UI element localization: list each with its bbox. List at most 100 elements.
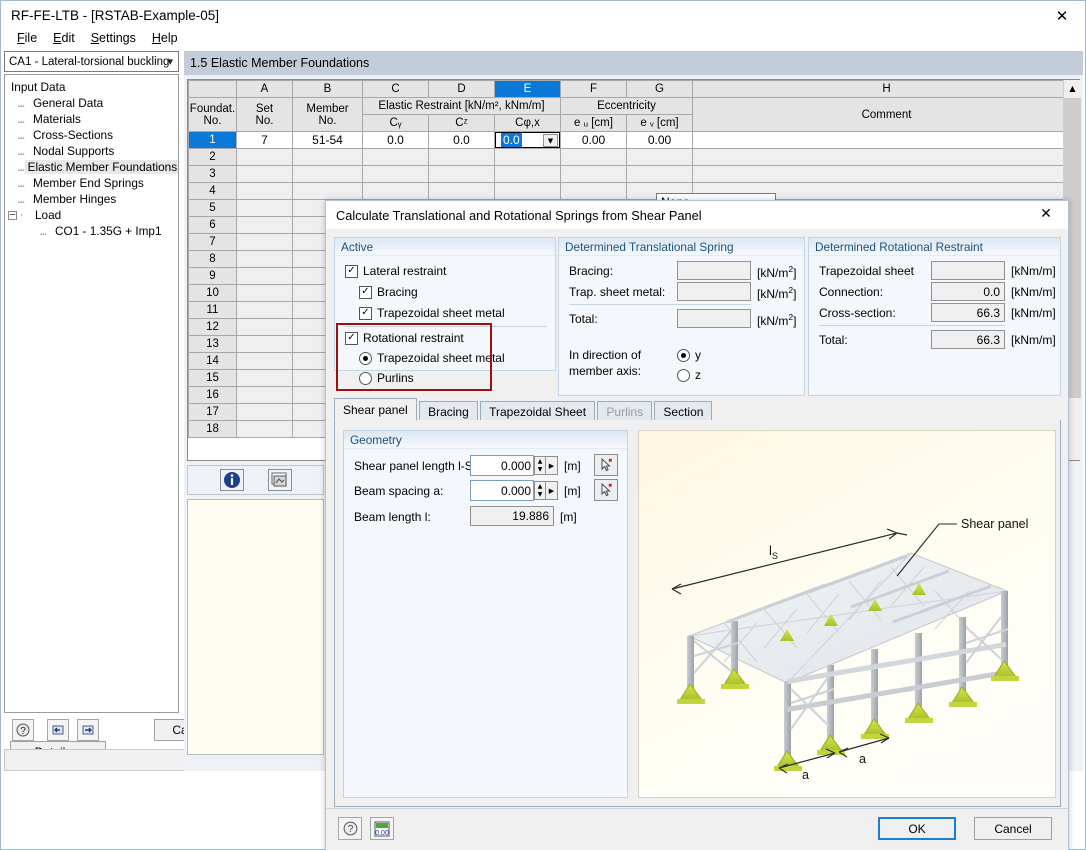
sidebar-item-co1[interactable]: … CO1 - 1.35G + Imp1 bbox=[8, 223, 178, 239]
previous-icon[interactable] bbox=[47, 719, 69, 741]
column-letter-g[interactable]: G bbox=[627, 81, 693, 98]
cell-cphix[interactable] bbox=[495, 149, 561, 166]
cell-set-no[interactable] bbox=[237, 404, 293, 421]
cell-set-no[interactable] bbox=[237, 200, 293, 217]
cell-comment[interactable] bbox=[693, 149, 1081, 166]
row-number[interactable]: 9 bbox=[189, 268, 237, 285]
axis-y-radio[interactable]: y bbox=[677, 348, 701, 362]
column-letter-c[interactable]: C bbox=[363, 81, 429, 98]
column-letter-e[interactable]: E bbox=[495, 81, 561, 98]
collapse-icon[interactable]: − bbox=[8, 211, 17, 220]
cell-member-no[interactable] bbox=[293, 149, 363, 166]
bracing-field[interactable] bbox=[677, 261, 751, 280]
cell-set-no[interactable] bbox=[237, 387, 293, 404]
sidebar-item-elastic-member-foundations[interactable]: … Elastic Member Foundations bbox=[8, 159, 178, 175]
next-icon[interactable] bbox=[77, 719, 99, 741]
cell-eu[interactable] bbox=[561, 166, 627, 183]
row-number[interactable]: 3 bbox=[189, 166, 237, 183]
spinner-more-icon[interactable]: ▶ bbox=[546, 456, 558, 475]
beam-spacing-spinner[interactable]: ▲▼ ▶ bbox=[534, 481, 558, 500]
cell-cy[interactable] bbox=[363, 166, 429, 183]
column-letter-f[interactable]: F bbox=[561, 81, 627, 98]
scroll-up-icon[interactable]: ▲ bbox=[1064, 80, 1081, 97]
cell-cz[interactable] bbox=[429, 183, 495, 200]
ok-button[interactable]: OK bbox=[878, 817, 956, 840]
bracing-checkbox[interactable]: ✓ Bracing bbox=[359, 285, 418, 299]
sidebar-item-general-data[interactable]: … General Data bbox=[8, 95, 178, 111]
menu-file[interactable]: File bbox=[9, 29, 45, 47]
cell-cy[interactable] bbox=[363, 183, 429, 200]
trap-sheet-field[interactable] bbox=[677, 282, 751, 301]
row-number[interactable]: 1 bbox=[189, 132, 237, 149]
pick-beam-spacing-icon[interactable] bbox=[594, 479, 618, 501]
row-number[interactable]: 10 bbox=[189, 285, 237, 302]
cell-set-no[interactable] bbox=[237, 183, 293, 200]
cell-cphix[interactable] bbox=[495, 183, 561, 200]
cell-set-no[interactable]: 7 bbox=[237, 132, 293, 149]
table-row[interactable]: 1 7 51-54 0.0 0.0 0.0 ▼ 0.00 0.00 bbox=[189, 132, 1081, 149]
row-number[interactable]: 11 bbox=[189, 302, 237, 319]
cross-section-field[interactable]: 66.3 bbox=[931, 303, 1005, 322]
column-letter-b[interactable]: B bbox=[293, 81, 363, 98]
menu-help[interactable]: Help bbox=[144, 29, 186, 47]
cell-cz[interactable] bbox=[429, 149, 495, 166]
cell-set-no[interactable] bbox=[237, 251, 293, 268]
cell-cphix[interactable] bbox=[495, 166, 561, 183]
row-number[interactable]: 14 bbox=[189, 353, 237, 370]
tab-shear-panel[interactable]: Shear panel bbox=[334, 398, 417, 421]
total-rotational-field[interactable]: 66.3 bbox=[931, 330, 1005, 349]
cell-member-no[interactable] bbox=[293, 183, 363, 200]
cell-set-no[interactable] bbox=[237, 353, 293, 370]
row-number[interactable]: 13 bbox=[189, 336, 237, 353]
beam-spacing-input[interactable]: 0.000 bbox=[470, 480, 534, 501]
help-icon[interactable]: ? bbox=[338, 817, 362, 840]
cphix-combo-editor[interactable]: 0.0 ▼ bbox=[495, 132, 560, 148]
cell-set-no[interactable] bbox=[237, 234, 293, 251]
units-icon[interactable]: 0.00 bbox=[370, 817, 394, 840]
tab-section[interactable]: Section bbox=[654, 401, 712, 422]
total-translational-field[interactable] bbox=[677, 309, 751, 328]
cell-set-no[interactable] bbox=[237, 166, 293, 183]
cell-set-no[interactable] bbox=[237, 268, 293, 285]
sidebar-item-member-end-springs[interactable]: … Member End Springs bbox=[8, 175, 178, 191]
cell-member-no[interactable]: 51-54 bbox=[293, 132, 363, 149]
sidebar-item-nodal-supports[interactable]: … Nodal Supports bbox=[8, 143, 178, 159]
sidebar-item-input-data[interactable]: Input Data bbox=[8, 79, 178, 95]
connection-field[interactable]: 0.0 bbox=[931, 282, 1005, 301]
shear-panel-length-input[interactable]: 0.000 bbox=[470, 455, 534, 476]
cell-comment[interactable] bbox=[693, 132, 1081, 149]
cell-member-no[interactable] bbox=[293, 166, 363, 183]
cancel-button[interactable]: Cancel bbox=[974, 817, 1052, 840]
info-icon[interactable] bbox=[220, 469, 244, 491]
cell-cz[interactable] bbox=[429, 166, 495, 183]
cell-ev[interactable] bbox=[627, 166, 693, 183]
picture-icon[interactable] bbox=[268, 469, 292, 491]
row-number[interactable]: 16 bbox=[189, 387, 237, 404]
cell-cy[interactable] bbox=[363, 149, 429, 166]
row-number[interactable]: 6 bbox=[189, 217, 237, 234]
cell-set-no[interactable] bbox=[237, 421, 293, 438]
spinner-updown-icon[interactable]: ▲▼ bbox=[534, 481, 546, 500]
trap-sheet-metal-checkbox[interactable]: ✓ Trapezoidal sheet metal bbox=[359, 306, 505, 320]
sidebar-item-materials[interactable]: … Materials bbox=[8, 111, 178, 127]
row-number[interactable]: 7 bbox=[189, 234, 237, 251]
column-letter-a[interactable]: A bbox=[237, 81, 293, 98]
case-selector-combo[interactable]: CA1 - Lateral-torsional buckling ▾ bbox=[4, 51, 179, 72]
pick-shear-panel-length-icon[interactable] bbox=[594, 454, 618, 476]
row-number[interactable]: 5 bbox=[189, 200, 237, 217]
cell-set-no[interactable] bbox=[237, 149, 293, 166]
sidebar-item-load[interactable]: − ‧ Load bbox=[8, 207, 178, 223]
dialog-close-icon[interactable]: ✕ bbox=[1026, 201, 1066, 227]
cell-eu[interactable] bbox=[561, 183, 627, 200]
cell-set-no[interactable] bbox=[237, 319, 293, 336]
table-row[interactable]: 4 bbox=[189, 183, 1081, 200]
tab-trapezoidal-sheet[interactable]: Trapezoidal Sheet bbox=[480, 401, 595, 422]
cell-cy[interactable]: 0.0 bbox=[363, 132, 429, 149]
spinner-more-icon[interactable]: ▶ bbox=[546, 481, 558, 500]
cell-set-no[interactable] bbox=[237, 217, 293, 234]
column-letter-h[interactable]: H bbox=[693, 81, 1081, 98]
cell-set-no[interactable] bbox=[237, 370, 293, 387]
sidebar-item-cross-sections[interactable]: … Cross-Sections bbox=[8, 127, 178, 143]
cell-cz[interactable]: 0.0 bbox=[429, 132, 495, 149]
axis-z-radio[interactable]: z bbox=[677, 368, 701, 382]
